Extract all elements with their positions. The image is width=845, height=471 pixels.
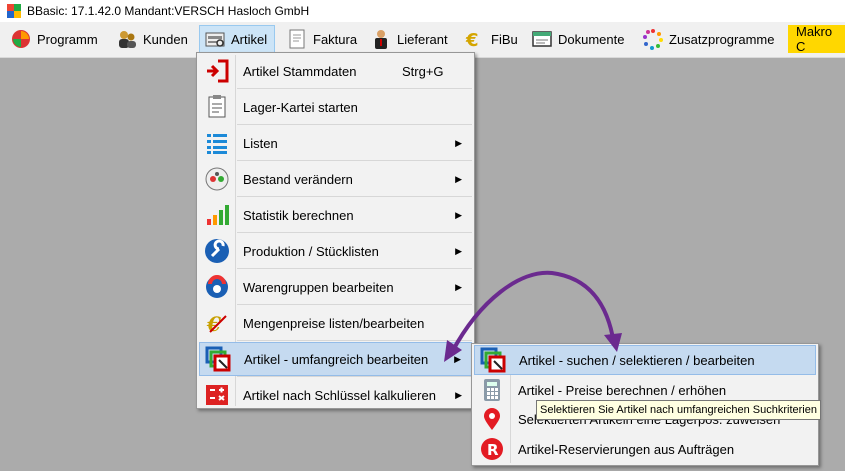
menu-faktura[interactable]: Faktura (282, 25, 362, 53)
menu-lieferant-label: Lieferant (397, 31, 448, 47)
submenu-arrow-icon: ▶ (455, 173, 462, 184)
menu-separator (237, 376, 472, 377)
menu-programm[interactable]: Programm (6, 25, 110, 53)
artikel-icon (204, 28, 226, 50)
statistik-icon (204, 202, 230, 228)
menu-item-label: Artikel Stammdaten (243, 63, 357, 79)
stammdaten-icon (204, 58, 230, 84)
menu-separator (237, 124, 472, 125)
menu-item-label: Artikel - suchen / selektieren / bearbei… (519, 352, 755, 368)
menu-item-shortcut: Strg+G (402, 63, 444, 79)
bestand-icon (204, 166, 230, 192)
menu-zusatzprogramme-label: Zusatzprogramme (669, 31, 775, 47)
menu-item-label: Produktion / Stücklisten (243, 243, 379, 259)
menu-separator (237, 160, 472, 161)
menu-programm-label: Programm (37, 31, 98, 47)
menu-separator (237, 196, 472, 197)
svg-text:€: € (465, 30, 479, 50)
lieferant-icon (370, 28, 392, 50)
submenu-arrow-icon: ▶ (455, 137, 462, 148)
menu-item-label: Statistik berechnen (243, 207, 354, 223)
lagerkartei-icon (204, 94, 230, 120)
menu-artikel[interactable]: Artikel (199, 25, 275, 53)
submenu-arrow-icon: ▶ (455, 209, 462, 220)
menu-item-label: Artikel-Reservierungen aus Aufträgen (518, 441, 735, 457)
submenu-arrow-icon: ▶ (455, 245, 462, 256)
menu-item-artikel-stammdaten[interactable]: Artikel Stammdaten Strg+G (199, 54, 472, 88)
svg-text:R: R (487, 441, 499, 459)
menu-item-listen[interactable]: Listen ▶ (199, 126, 472, 160)
menu-item-label: Artikel nach Schlüssel kalkulieren (243, 387, 436, 403)
menu-item-label: Lager-Kartei starten (243, 99, 358, 115)
menu-makro[interactable]: Makro C (788, 24, 845, 54)
menu-item-label: Mengenpreise listen/bearbeiten (243, 315, 425, 331)
menu-lieferant[interactable]: Lieferant (366, 25, 456, 53)
submenu-arrow-icon: ▶ (454, 353, 461, 364)
listen-icon (204, 130, 230, 156)
artikel-dropdown-menu: Artikel Stammdaten Strg+G Lager-Kartei s… (196, 52, 475, 409)
kunden-icon (116, 28, 138, 50)
submenu-arrow-icon: ▶ (455, 389, 462, 400)
menu-separator (237, 88, 472, 89)
title-bar: BBasic: 17.1.42.0 Mandant:VERSCH Hasloch… (0, 0, 845, 22)
menu-item-kalkulieren[interactable]: Artikel nach Schlüssel kalkulieren ▶ (199, 378, 472, 412)
menu-separator (237, 232, 472, 233)
menu-fibu[interactable]: € FiBu (460, 25, 524, 53)
menu-item-lager-kartei[interactable]: Lager-Kartei starten (199, 90, 472, 124)
menu-item-label: Warengruppen bearbeiten (243, 279, 394, 295)
dokumente-icon (531, 28, 553, 50)
umfangreich-icon (205, 346, 231, 372)
menu-item-produktion[interactable]: Produktion / Stücklisten ▶ (199, 234, 472, 268)
tooltip: Selektieren Sie Artikel nach umfangreich… (536, 400, 821, 420)
menu-item-reservierungen[interactable]: R Artikel-Reservierungen aus Aufträgen (474, 434, 816, 464)
produktion-icon (204, 238, 230, 264)
menu-separator (237, 268, 472, 269)
menu-item-suchen[interactable]: Artikel - suchen / selektieren / bearbei… (474, 345, 816, 375)
submenu-arrow-icon: ▶ (455, 281, 462, 292)
window-title: BBasic: 17.1.42.0 Mandant:VERSCH Hasloch… (27, 4, 310, 18)
menu-item-label: Artikel - Preise berechnen / erhöhen (518, 382, 727, 398)
menu-zusatzprogramme[interactable]: Zusatzprogramme (638, 25, 786, 53)
menu-makro-label: Makro C (796, 24, 833, 54)
location-pin-icon (479, 406, 505, 432)
menu-item-label: Bestand verändern (243, 171, 353, 187)
menu-item-mengenpreise[interactable]: € Mengenpreise listen/bearbeiten (199, 306, 472, 340)
menu-separator (237, 340, 472, 341)
menu-faktura-label: Faktura (313, 31, 358, 47)
menu-item-label: Artikel - umfangreich bearbeiten (244, 351, 429, 367)
kalkulieren-icon (204, 382, 230, 408)
suchen-icon (480, 347, 506, 373)
menu-item-bestand[interactable]: Bestand verändern ▶ (199, 162, 472, 196)
menu-dokumente-label: Dokumente (558, 31, 625, 47)
menu-kunden[interactable]: Kunden (112, 25, 198, 53)
warengruppen-icon (204, 274, 230, 300)
menu-fibu-label: FiBu (491, 31, 518, 47)
fibu-icon: € (464, 28, 486, 51)
menu-item-statistik[interactable]: Statistik berechnen ▶ (199, 198, 472, 232)
menu-item-label: Listen (243, 135, 278, 151)
programm-icon (10, 28, 32, 50)
menu-separator (237, 304, 472, 305)
zusatzprogramme-icon (642, 28, 664, 50)
menu-item-warengruppen[interactable]: Warengruppen bearbeiten ▶ (199, 270, 472, 304)
reservation-r-icon: R (479, 436, 505, 462)
faktura-icon (286, 28, 308, 50)
menu-item-umfangreich[interactable]: Artikel - umfangreich bearbeiten ▶ (199, 342, 472, 376)
menu-artikel-label: Artikel (231, 31, 268, 47)
mengenpreise-icon: € (204, 310, 230, 336)
menu-dokumente[interactable]: Dokumente (527, 25, 632, 53)
calculator-icon (479, 377, 505, 403)
app-logo-icon (7, 4, 21, 18)
menu-kunden-label: Kunden (143, 31, 188, 47)
